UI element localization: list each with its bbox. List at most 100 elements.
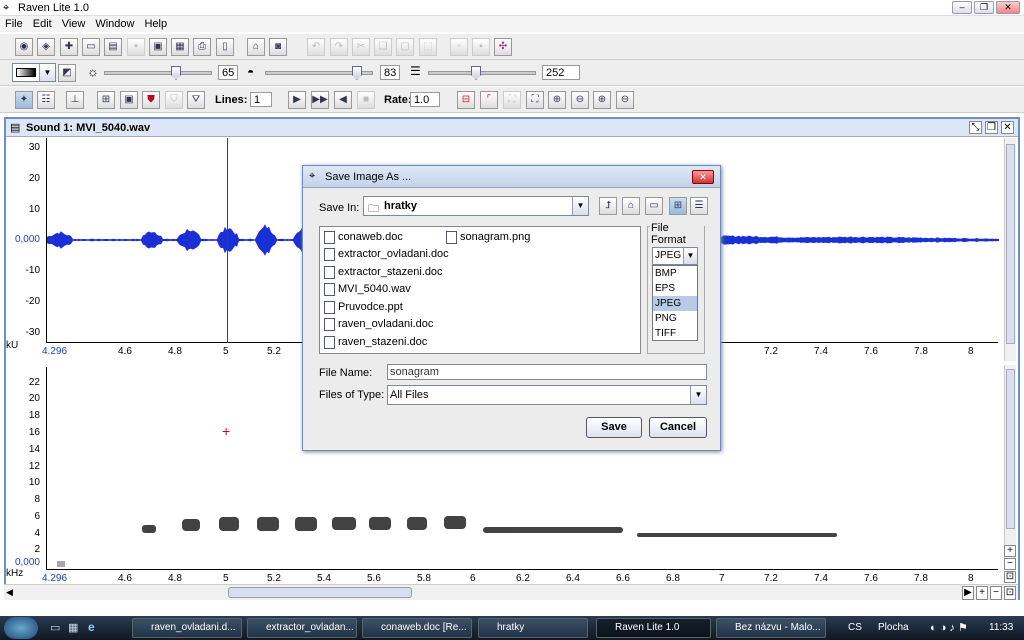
- file-item[interactable]: conaweb.doc: [322, 229, 403, 245]
- select-tool-icon[interactable]: ✦: [15, 91, 33, 109]
- file-item[interactable]: Pruvodce.ppt: [322, 299, 403, 315]
- copy-icon[interactable]: ❏: [374, 38, 392, 56]
- export-icon[interactable]: ▦: [171, 38, 189, 56]
- save-icon[interactable]: ▪: [127, 38, 145, 56]
- task-hratky[interactable]: hratky: [478, 618, 588, 638]
- file-format-select[interactable]: JPEG ▼: [652, 247, 698, 265]
- zoom-out-y-icon[interactable]: ⊖: [616, 91, 634, 109]
- scroll-right-icon[interactable]: ▶: [962, 586, 974, 600]
- zoom-in-x-button[interactable]: +: [976, 586, 988, 600]
- spectrogram-scrollbar[interactable]: [1004, 365, 1016, 565]
- save-in-select[interactable]: 🗀 hratky ▼: [363, 196, 589, 216]
- marker-icon[interactable]: ⛊: [142, 91, 160, 109]
- save-button[interactable]: Save: [586, 417, 642, 438]
- details-view-icon[interactable]: ☰: [690, 197, 708, 215]
- time-scrollbar[interactable]: ◀ ▶ + − ⊡: [4, 584, 1018, 600]
- maximize-button[interactable]: ❐: [974, 1, 994, 14]
- task-extractor-ovladani[interactable]: extractor_ovladan...: [247, 618, 357, 638]
- resolution-value[interactable]: 252: [542, 65, 580, 80]
- minimize-button[interactable]: –: [952, 1, 972, 14]
- format-option[interactable]: EPS: [653, 281, 697, 296]
- play-icon[interactable]: ▶: [288, 91, 306, 109]
- format-option[interactable]: BMP: [653, 266, 697, 281]
- task-raven-ovladani[interactable]: raven_ovladani.d...: [132, 618, 242, 638]
- up-folder-icon[interactable]: ⮥: [599, 197, 617, 215]
- new-icon[interactable]: ✚: [60, 38, 78, 56]
- brightness-knob[interactable]: [171, 66, 181, 80]
- start-button[interactable]: [4, 617, 38, 639]
- new-folder-icon[interactable]: ▭: [645, 197, 663, 215]
- task-raven-lite[interactable]: Raven Lite 1.0: [596, 618, 711, 638]
- zoom-in-y-icon[interactable]: ⊕: [593, 91, 611, 109]
- open-icon[interactable]: ▭: [82, 38, 100, 56]
- dialog-close-button[interactable]: ✕: [692, 170, 714, 184]
- menu-view[interactable]: View: [57, 16, 91, 32]
- zoom-in-y-button[interactable]: +: [1004, 545, 1016, 557]
- filter-icon[interactable]: ▫: [450, 38, 468, 56]
- tray-icons[interactable]: ◐ ◑ ♪ ⚑: [930, 621, 968, 634]
- switch-windows-icon[interactable]: ▦: [68, 621, 78, 634]
- task-conaweb[interactable]: conaweb.doc [Re...: [362, 618, 472, 638]
- contrast-slider[interactable]: [265, 66, 373, 80]
- crosshair-cursor[interactable]: +: [222, 423, 230, 439]
- layout-icon[interactable]: ▣: [120, 91, 138, 109]
- desktop-toolbar[interactable]: Plocha: [878, 622, 909, 633]
- spectrum-icon[interactable]: ✣: [494, 38, 512, 56]
- paste-icon[interactable]: ▢: [396, 38, 414, 56]
- cut-icon[interactable]: ✂: [352, 38, 370, 56]
- color-scheme-select[interactable]: ▼: [12, 63, 56, 82]
- panel-minimize-icon[interactable]: ⤡: [969, 121, 982, 134]
- select-all-icon[interactable]: ⬚: [419, 38, 437, 56]
- zoom-fit-x-button[interactable]: ⊡: [1004, 586, 1016, 600]
- zoom-fit-icon[interactable]: ⛶: [503, 91, 521, 109]
- record-icon[interactable]: ◉: [15, 38, 33, 56]
- scroll-left-icon[interactable]: ◀: [6, 587, 13, 598]
- waveform-scrollbar[interactable]: [1004, 138, 1016, 361]
- playback-cursor[interactable]: [227, 138, 228, 343]
- panel-restore-icon[interactable]: ❐: [985, 121, 998, 134]
- language-indicator[interactable]: CS: [848, 622, 862, 633]
- format-option[interactable]: PNG: [653, 311, 697, 326]
- stop-icon[interactable]: ■: [357, 91, 375, 109]
- menu-file[interactable]: File: [0, 16, 28, 32]
- zoom-region-icon[interactable]: ⌜: [480, 91, 498, 109]
- open-folder-icon[interactable]: ▤: [104, 38, 122, 56]
- zoom-selection-icon[interactable]: ⊟: [457, 91, 475, 109]
- list-view-icon[interactable]: ⊞: [669, 197, 687, 215]
- cancel-button[interactable]: Cancel: [649, 417, 707, 438]
- zoom-all-icon[interactable]: ⛶: [526, 91, 544, 109]
- show-desktop-icon[interactable]: ▭: [50, 621, 60, 634]
- time-scroll-thumb[interactable]: [228, 587, 412, 598]
- file-item[interactable]: raven_ovladani.doc: [322, 316, 433, 332]
- amplify-icon[interactable]: ▪: [472, 38, 490, 56]
- contrast-value[interactable]: 83: [380, 65, 400, 80]
- invert-colors-icon[interactable]: ◩: [58, 64, 76, 82]
- file-format-list[interactable]: BMP EPS JPEG PNG TIFF: [652, 265, 698, 341]
- file-item[interactable]: extractor_stazeni.doc: [322, 264, 443, 280]
- menu-help[interactable]: Help: [139, 16, 172, 32]
- file-item[interactable]: raven_stazeni.doc: [322, 334, 427, 350]
- scroll-thumb[interactable]: [1006, 369, 1015, 529]
- format-option-selected[interactable]: JPEG: [653, 296, 697, 311]
- redo-icon[interactable]: ↷: [330, 38, 348, 56]
- resolution-knob[interactable]: [471, 66, 481, 80]
- file-item[interactable]: MVI_5040.wav: [322, 281, 411, 297]
- save-as-icon[interactable]: ▣: [149, 38, 167, 56]
- resolution-slider[interactable]: [428, 66, 536, 80]
- play-selection-icon[interactable]: ▶▶: [311, 91, 329, 109]
- home-icon[interactable]: ⌂: [247, 38, 265, 56]
- home-folder-icon[interactable]: ⌂: [622, 197, 640, 215]
- task-paint[interactable]: Bez názvu - Malo...: [716, 618, 826, 638]
- undo-icon[interactable]: ↶: [307, 38, 325, 56]
- zoom-out-y-button[interactable]: −: [1004, 558, 1016, 570]
- camera-icon[interactable]: ◙: [269, 38, 287, 56]
- brightness-value[interactable]: 65: [218, 65, 238, 80]
- file-name-input[interactable]: sonagram: [387, 364, 707, 380]
- browser-icon[interactable]: e: [88, 620, 95, 634]
- grid-view-icon[interactable]: ⊞: [97, 91, 115, 109]
- contrast-knob[interactable]: [352, 66, 362, 80]
- brightness-slider[interactable]: [104, 66, 212, 80]
- zoom-in-icon[interactable]: ⊕: [548, 91, 566, 109]
- filter-marker-icon[interactable]: ⛛: [187, 91, 205, 109]
- panel-close-icon[interactable]: ✕: [1001, 121, 1014, 134]
